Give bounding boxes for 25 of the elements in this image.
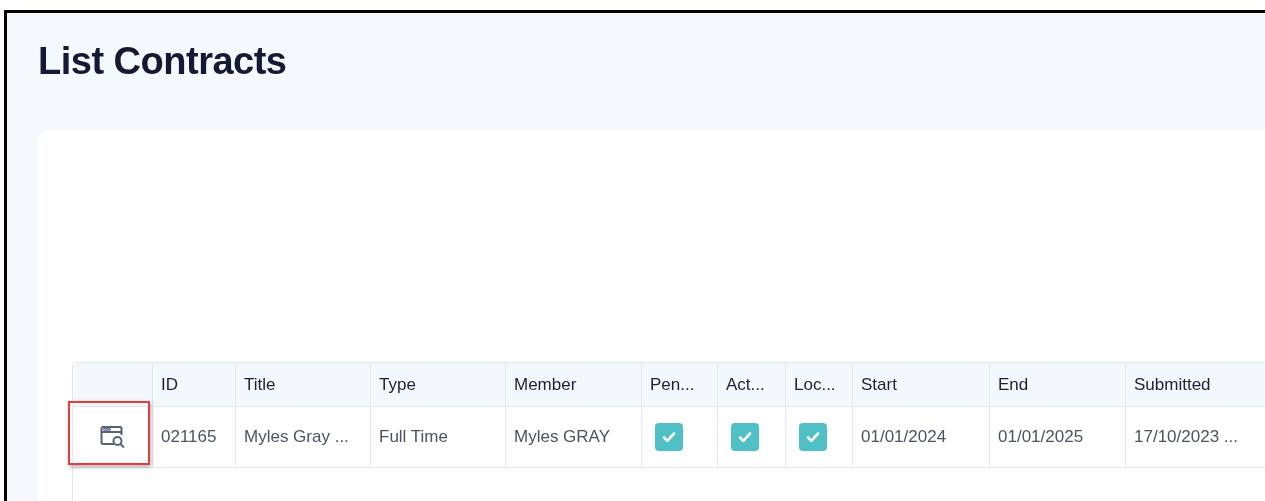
checkmark-icon [662, 431, 676, 443]
column-header[interactable]: Act... [726, 374, 765, 395]
column-header[interactable]: Start [861, 374, 897, 395]
checkmark-icon [806, 431, 820, 443]
column-header[interactable]: Loc... [794, 374, 836, 395]
window-search-icon [99, 425, 126, 449]
checkbox[interactable] [799, 423, 827, 451]
page-title: List Contracts [37, 39, 288, 82]
table-cell: 17/10/2023 ... [1134, 427, 1238, 447]
table-cell: Full Time [379, 427, 448, 447]
table-cell: 021165 [161, 427, 217, 447]
column-header[interactable]: Member [514, 374, 577, 395]
table-cell: Myles GRAY [514, 427, 611, 447]
column-header[interactable]: End [998, 374, 1029, 395]
column-header[interactable]: Title [244, 374, 276, 395]
table-cell: 01/01/2024 [861, 427, 947, 447]
checkbox[interactable] [655, 423, 683, 451]
checkmark-icon [738, 431, 752, 443]
table-cell: 01/01/2025 [998, 427, 1084, 447]
column-header[interactable]: Pen... [650, 374, 695, 395]
column-header[interactable]: Submitted [1134, 374, 1211, 395]
checkbox[interactable] [731, 423, 759, 451]
table-cell: Myles Gray ... [244, 427, 349, 447]
column-header[interactable]: ID [161, 374, 178, 395]
column-header[interactable]: Type [379, 374, 416, 395]
